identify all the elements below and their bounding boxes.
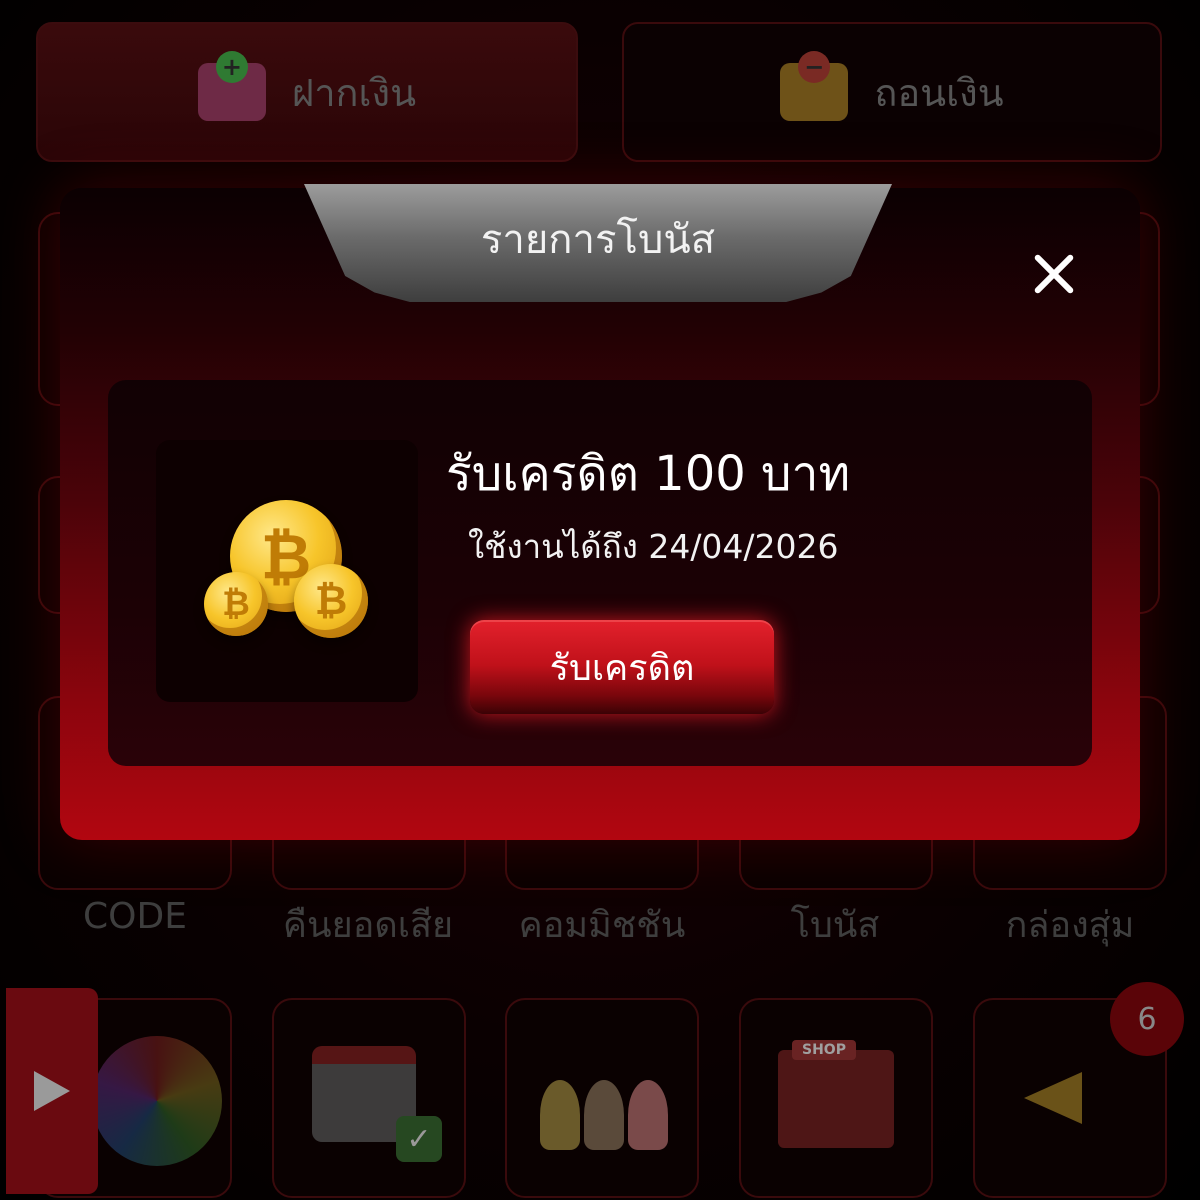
chevron-right-icon: [34, 1071, 70, 1111]
bonus-thumbnail: ₿ ₿ ₿: [156, 440, 418, 702]
notification-badge: 6: [1110, 982, 1184, 1056]
bonus-modal: รายการโบนัส ₿ ₿ ₿ รับเครดิต 100 บาท ใช้ง…: [60, 184, 1140, 840]
claim-credit-button[interactable]: รับเครดิต: [470, 620, 774, 714]
side-drawer-toggle[interactable]: [6, 988, 98, 1194]
close-icon[interactable]: [1026, 246, 1082, 302]
modal-title-tab: รายการโบนัส: [304, 184, 892, 302]
coin-icon: ₿: [294, 564, 368, 638]
coin-icon: ₿: [204, 572, 268, 636]
bonus-expiry: ใช้งานได้ถึง 24/04/2026: [468, 527, 839, 566]
bonus-title: รับเครดิต 100 บาท: [446, 446, 851, 502]
modal-title: รายการโบนัส: [480, 217, 716, 263]
bonus-card: ₿ ₿ ₿ รับเครดิต 100 บาท ใช้งานได้ถึง 24/…: [108, 380, 1092, 766]
